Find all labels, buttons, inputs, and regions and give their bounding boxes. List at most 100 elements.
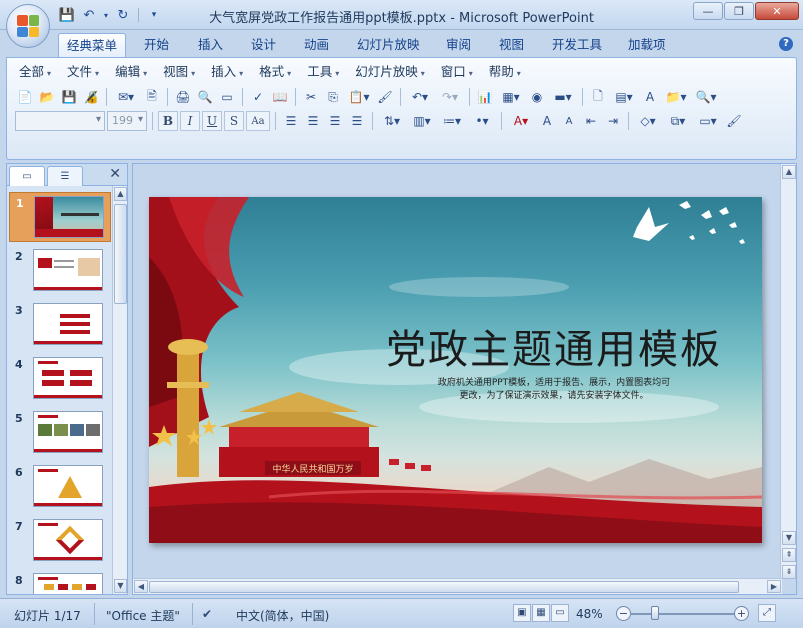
bold-button[interactable]: B (158, 111, 178, 131)
slide-canvas[interactable]: 中华人民共和国万岁 党政主题通用模板 政府机关通用PPT模板，适用于报告、展示，… (149, 197, 762, 543)
print-preview-icon[interactable]: 🔍 (195, 87, 215, 107)
insert-table-icon[interactable]: ▦▾ (497, 87, 525, 107)
close-pane-icon[interactable]: ✕ (109, 166, 121, 182)
color-grayscale-icon[interactable]: ▬▾ (549, 87, 577, 107)
publish-pdf-icon[interactable]: 🖹 (142, 87, 162, 107)
justify-icon[interactable]: ☰ (347, 111, 367, 131)
slide-subtitle[interactable]: 政府机关通用PPT模板，适用于报告、展示，内置图表均可 更改，为了保证演示效果，… (399, 377, 709, 403)
scroll-down-icon[interactable]: ▼ (782, 531, 796, 545)
text-box-icon[interactable]: A (640, 87, 660, 107)
research-icon[interactable]: ▭ (217, 87, 237, 107)
format-painter-icon[interactable]: 🖌 (375, 87, 395, 107)
italic-button[interactable]: I (180, 111, 200, 131)
zoom-icon[interactable]: 🔍▾ (692, 87, 720, 107)
email-icon[interactable]: ✉▾ (112, 87, 140, 107)
shapes-icon[interactable]: ◇▾ (634, 111, 662, 131)
tab-slides[interactable]: ▭ (9, 166, 45, 186)
menu-tools[interactable]: 工具 ▾ (299, 62, 347, 82)
zoom-slider-knob[interactable] (651, 606, 659, 620)
tab-developer[interactable]: 开发工具 (544, 33, 610, 58)
grow-font-icon[interactable]: A (537, 111, 557, 131)
editor-horizontal-scrollbar[interactable]: ◀ ▶ (133, 578, 782, 594)
arrange-icon[interactable]: ⧉▾ (664, 111, 692, 131)
shadow-button[interactable]: S (224, 111, 244, 131)
slide-sorter-view-button[interactable]: ▦ (532, 604, 550, 622)
insert-picture-icon[interactable]: 📁▾ (662, 87, 690, 107)
clip-art-icon[interactable]: ◉ (527, 87, 547, 107)
copy-icon[interactable]: ⎘ (323, 87, 343, 107)
decrease-indent-icon[interactable]: ⇤ (581, 111, 601, 131)
editor-vertical-scrollbar[interactable]: ▲ ▼ ⇞ ⇟ (780, 164, 796, 579)
tab-classic-menu[interactable]: 经典菜单 (58, 33, 127, 58)
underline-button[interactable]: U (202, 111, 222, 131)
align-left-icon[interactable]: ☰ (281, 111, 301, 131)
tab-addins[interactable]: 加载项 (620, 33, 674, 58)
slide-thumb-4[interactable]: 4 (9, 354, 111, 404)
restore-button[interactable]: ❐ (724, 2, 754, 20)
increase-indent-icon[interactable]: ⇥ (603, 111, 623, 131)
tab-slideshow[interactable]: 幻灯片放映 (349, 33, 428, 58)
slide-thumb-1[interactable]: 1 (9, 192, 111, 242)
tab-design[interactable]: 设计 (243, 33, 284, 58)
slide-title[interactable]: 党政主题通用模板 (349, 317, 759, 375)
font-name-combo[interactable] (15, 111, 105, 131)
change-case-button[interactable]: Aa (246, 111, 270, 131)
menu-slideshow[interactable]: 幻灯片放映 ▾ (347, 62, 433, 82)
scroll-left-icon[interactable]: ◀ (134, 580, 148, 593)
slide-thumb-8[interactable]: 8 (9, 570, 111, 594)
slides-scrollbar[interactable]: ▲ ▼ (112, 186, 127, 594)
zoom-slider-track[interactable] (630, 613, 738, 615)
align-right-icon[interactable]: ☰ (325, 111, 345, 131)
numbering-icon[interactable]: ≔▾ (438, 111, 466, 131)
next-slide-icon[interactable]: ⇟ (782, 565, 796, 579)
bullets-icon[interactable]: •▾ (468, 111, 496, 131)
zoom-in-button[interactable]: + (734, 606, 749, 621)
text-direction-icon[interactable]: ⇅▾ (378, 111, 406, 131)
spell-check-icon[interactable]: ✔ (202, 607, 212, 621)
menu-format[interactable]: 格式 ▾ (251, 62, 299, 82)
menu-help[interactable]: 帮助 ▾ (481, 62, 529, 82)
spelling-icon[interactable]: ✓ (248, 87, 268, 107)
tab-animation[interactable]: 动画 (296, 33, 337, 58)
menu-window[interactable]: 窗口 ▾ (433, 62, 481, 82)
quick-styles-icon[interactable]: ▭▾ (694, 111, 722, 131)
slide-thumb-2[interactable]: 2 (9, 246, 111, 296)
font-color-icon[interactable]: A▾ (507, 111, 535, 131)
new-icon[interactable]: 📄 (15, 87, 35, 107)
menu-view[interactable]: 视图 ▾ (155, 62, 203, 82)
layout-icon[interactable]: ▤▾ (610, 87, 638, 107)
paste-icon[interactable]: 📋▾ (345, 87, 373, 107)
menu-file[interactable]: 文件 ▾ (59, 62, 107, 82)
tab-view[interactable]: 视图 (491, 33, 532, 58)
open-icon[interactable]: 📂 (37, 87, 57, 107)
menu-insert[interactable]: 插入 ▾ (203, 62, 251, 82)
language-indicator[interactable]: 中文(简体，中国) (236, 607, 329, 624)
minimize-button[interactable]: — (693, 2, 723, 20)
shape-fill-icon[interactable]: 🖌 (724, 111, 744, 131)
tab-review[interactable]: 审阅 (438, 33, 479, 58)
thesaurus-icon[interactable]: 📖 (270, 87, 290, 107)
fit-to-window-icon[interactable]: ⤢ (758, 604, 776, 622)
new-slide-icon[interactable]: 🗋 (588, 87, 608, 107)
slide-thumb-7[interactable]: 7 (9, 516, 111, 566)
columns-icon[interactable]: ▥▾ (408, 111, 436, 131)
slide-thumb-5[interactable]: 5 (9, 408, 111, 458)
help-icon[interactable]: ? (779, 37, 793, 51)
save-icon[interactable]: 💾 (59, 87, 79, 107)
insert-chart-icon[interactable]: 📊 (475, 87, 495, 107)
shrink-font-icon[interactable]: A (559, 111, 579, 131)
slide-thumb-3[interactable]: 3 (9, 300, 111, 350)
tab-outline[interactable]: ☰ (47, 166, 83, 186)
align-center-icon[interactable]: ☰ (303, 111, 323, 131)
scroll-down-icon[interactable]: ▼ (114, 579, 127, 593)
h-scroll-thumb[interactable] (149, 581, 739, 593)
print-icon[interactable]: 🖨 (173, 87, 193, 107)
scroll-right-icon[interactable]: ▶ (767, 580, 781, 593)
menu-all[interactable]: 全部 ▾ (11, 62, 59, 82)
slideshow-view-button[interactable]: ▭ (551, 604, 569, 622)
redo-icon[interactable]: ↷▾ (436, 87, 464, 107)
normal-view-button[interactable]: ▣ (513, 604, 531, 622)
close-button[interactable]: ✕ (755, 2, 799, 20)
menu-edit[interactable]: 编辑 ▾ (107, 62, 155, 82)
office-button[interactable] (6, 4, 50, 48)
